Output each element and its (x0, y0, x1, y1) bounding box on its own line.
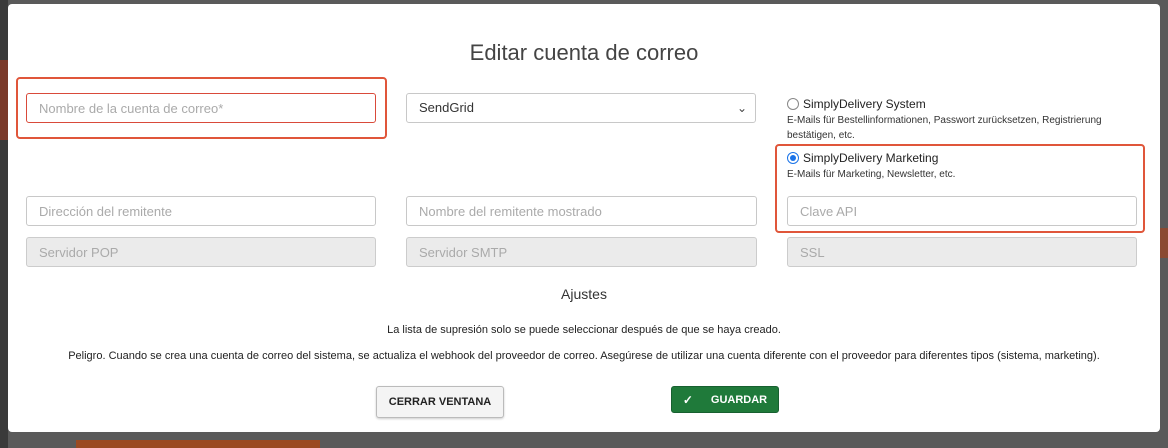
save-button-label: GUARDAR (710, 393, 768, 406)
radio-system[interactable] (787, 98, 799, 110)
radio-marketing[interactable] (787, 152, 799, 164)
api-key-input[interactable] (787, 196, 1137, 226)
pop-server-input (26, 237, 376, 267)
settings-heading: Ajustes (561, 286, 607, 302)
background-right-accent (1160, 228, 1168, 258)
edit-mail-account-modal: Editar cuenta de correo SendGrid ⌄ Simpl… (8, 4, 1160, 432)
radio-system-label: SimplyDelivery System (803, 97, 926, 111)
chevron-down-icon: ⌄ (736, 101, 747, 115)
check-icon: ✓ (682, 392, 693, 407)
suppression-note: La lista de supresión solo se puede sele… (387, 324, 781, 336)
provider-select-value: SendGrid (419, 100, 474, 115)
radio-system-description: E-Mails für Bestellinformationen, Passwo… (787, 115, 1102, 141)
sender-address-input[interactable] (26, 196, 376, 226)
radio-option-system[interactable]: SimplyDelivery System (787, 97, 926, 111)
radio-option-marketing[interactable]: SimplyDelivery Marketing (787, 151, 938, 165)
close-window-button[interactable]: CERRAR VENTANA (376, 386, 504, 418)
account-name-input[interactable] (26, 93, 376, 123)
background-bottom-bar (76, 440, 320, 448)
danger-note: Peligro. Cuando se crea una cuenta de co… (68, 350, 1100, 362)
provider-select[interactable]: SendGrid ⌄ (406, 93, 756, 123)
radio-marketing-label: SimplyDelivery Marketing (803, 151, 939, 165)
radio-marketing-description: E-Mails für Marketing, Newsletter, etc. (787, 169, 956, 180)
smtp-server-input (406, 237, 757, 267)
sender-name-input[interactable] (406, 196, 757, 226)
modal-title: Editar cuenta de correo (469, 40, 699, 65)
background-left-accent (0, 60, 8, 140)
ssl-input (787, 237, 1137, 267)
save-button[interactable]: ✓ GUARDAR (671, 386, 779, 413)
